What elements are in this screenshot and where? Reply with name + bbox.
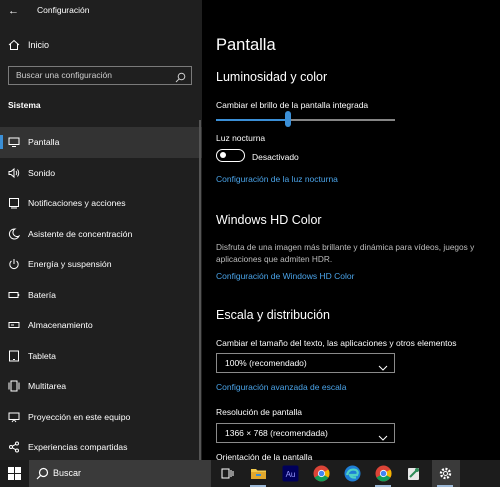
night-light-state: Desactivado [252, 152, 299, 162]
sidebar-item-compartidas[interactable]: Experiencias compartidas [0, 432, 202, 463]
sidebar-item-label: Energía y suspensión [28, 259, 112, 269]
sidebar-item-bateria[interactable]: Batería [0, 280, 202, 311]
title-bar: ← Configuración [0, 0, 202, 22]
notification-icon [8, 197, 20, 209]
sidebar-item-energia[interactable]: Energía y suspensión [0, 249, 202, 280]
sidebar-nav: Pantalla Sonido Notificaciones y accione… [0, 127, 202, 463]
sidebar-item-notificaciones[interactable]: Notificaciones y acciones [0, 188, 202, 219]
brightness-slider-fill [216, 119, 288, 121]
multitask-icon [8, 380, 20, 392]
home-label: Inicio [28, 40, 50, 50]
sidebar-item-label: Sonido [28, 167, 56, 178]
chrome-icon[interactable] [375, 465, 392, 482]
sidebar: ← Configuración Inicio Buscar una config… [0, 0, 202, 460]
orientation-label: Orientación de la pantalla [216, 452, 313, 460]
home-icon [8, 39, 20, 51]
resolution-dropdown[interactable]: 1366 × 768 (recomendada) [216, 423, 395, 443]
toggle-knob [220, 152, 226, 158]
sidebar-item-label: Notificaciones y acciones [28, 198, 126, 208]
search-icon [36, 467, 49, 480]
windows-start-icon[interactable] [8, 467, 21, 480]
chevron-down-icon [378, 429, 388, 441]
night-light-label: Luz nocturna [216, 133, 266, 143]
hdr-settings-link[interactable]: Configuración de Windows HD Color [216, 271, 354, 281]
sidebar-item-label: Pantalla [28, 137, 60, 147]
file-explorer-icon[interactable] [250, 465, 267, 482]
moon-icon [8, 227, 20, 240]
settings-icon[interactable] [437, 465, 454, 482]
app-icon[interactable] [405, 465, 422, 482]
battery-icon [8, 289, 20, 301]
sidebar-item-label: Tableta [28, 350, 57, 361]
sidebar-item-pantalla[interactable]: Pantalla [0, 127, 202, 158]
night-light-toggle[interactable] [216, 149, 245, 162]
edge-icon[interactable] [344, 465, 361, 482]
task-view-icon[interactable] [219, 465, 236, 482]
main-content: Pantalla Luminosidad y color Cambiar el … [202, 0, 500, 460]
brightness-slider-track[interactable] [216, 119, 395, 121]
hdr-heading: Windows HD Color [216, 213, 322, 227]
sidebar-item-label: Almacenamiento [28, 320, 93, 330]
taskbar-search-placeholder: Buscar [53, 468, 82, 478]
brightness-slider-thumb[interactable] [284, 111, 291, 127]
sidebar-item-multitarea[interactable]: Multitarea [0, 371, 202, 402]
resolution-label: Resolución de pantalla [216, 407, 303, 417]
sidebar-item-label: Asistente de concentración [28, 228, 133, 239]
sidebar-item-home[interactable]: Inicio [0, 36, 202, 56]
sidebar-item-sonido[interactable]: Sonido [0, 158, 202, 189]
sidebar-item-tableta[interactable]: Tableta [0, 341, 202, 372]
advanced-scale-link[interactable]: Configuración avanzada de escala [216, 382, 346, 392]
speaker-icon [8, 167, 20, 179]
chrome-icon[interactable] [313, 465, 330, 482]
brightness-heading: Luminosidad y color [216, 70, 328, 84]
tablet-icon [8, 350, 20, 362]
sidebar-item-label: Multitarea [28, 381, 67, 391]
projection-icon [8, 411, 20, 423]
monitor-icon [8, 136, 20, 148]
sidebar-scrollbar[interactable] [199, 120, 201, 460]
settings-search-input[interactable]: Buscar una configuración [8, 66, 192, 85]
scale-value: 100% (recomendado) [225, 358, 307, 368]
sidebar-item-proyeccion[interactable]: Proyección en este equipo [0, 402, 202, 433]
brightness-slider-label: Cambiar el brillo de la pantalla integra… [216, 100, 369, 110]
sidebar-item-label: Experiencias compartidas [28, 442, 128, 452]
sidebar-item-concentracion[interactable]: Asistente de concentración [0, 219, 202, 250]
sidebar-item-label: Proyección en este equipo [28, 411, 131, 422]
back-arrow-icon[interactable]: ← [8, 5, 19, 17]
search-icon[interactable] [175, 70, 186, 83]
search-placeholder: Buscar una configuración [16, 70, 112, 80]
shared-icon [8, 441, 20, 453]
taskbar: Buscar Au [0, 460, 500, 487]
scale-dropdown[interactable]: 100% (recomendado) [216, 353, 395, 373]
power-icon [8, 258, 20, 270]
sidebar-item-almacenamiento[interactable]: Almacenamiento [0, 310, 202, 341]
storage-icon [8, 319, 20, 331]
hdr-description: Disfruta de una imagen más brillante y d… [216, 242, 475, 264]
svg-text:Au: Au [286, 470, 296, 479]
scale-heading: Escala y distribución [216, 308, 330, 322]
night-light-settings-link[interactable]: Configuración de la luz nocturna [216, 174, 338, 184]
chevron-down-icon [378, 359, 388, 371]
audition-icon[interactable]: Au [282, 465, 299, 482]
section-label: Sistema [8, 100, 41, 110]
resolution-value: 1366 × 768 (recomendada) [225, 428, 328, 438]
scale-label: Cambiar el tamaño del texto, las aplicac… [216, 338, 457, 348]
app-title: Configuración [37, 5, 90, 15]
taskbar-search-box[interactable]: Buscar [29, 460, 211, 487]
sidebar-item-label: Batería [28, 289, 57, 300]
page-title: Pantalla [216, 36, 276, 54]
